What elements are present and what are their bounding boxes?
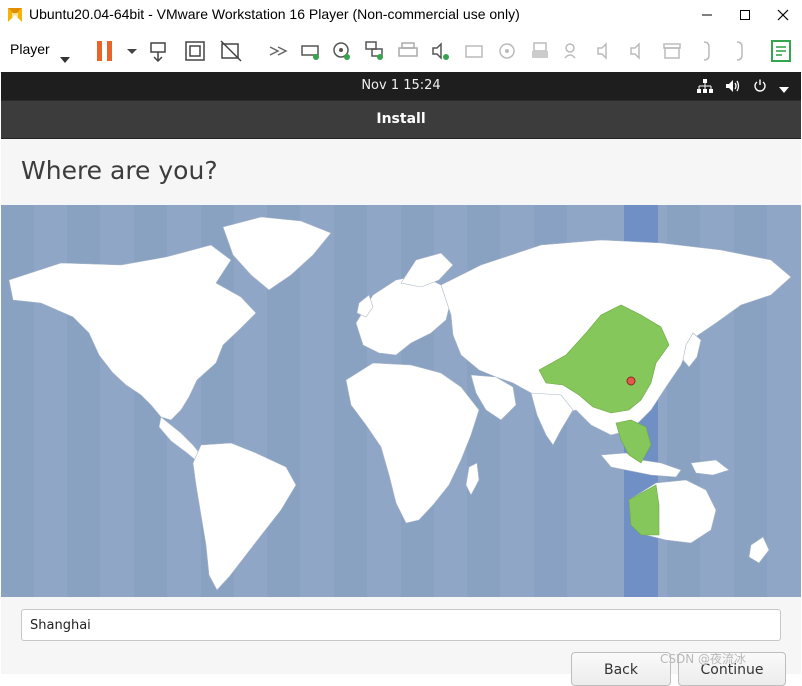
timezone-map[interactable]: [1, 205, 801, 597]
gnome-topbar: Nov 1 15:24: [1, 72, 801, 100]
notes-icon[interactable]: [770, 40, 792, 62]
vm-display[interactable]: Nov 1 15:24 Install Where are you? Shang…: [1, 72, 801, 686]
player-menu-button[interactable]: Player: [10, 41, 50, 57]
pause-icon[interactable]: [94, 40, 116, 62]
vmware-logo-icon: [6, 6, 24, 24]
chevron-down-icon[interactable]: [60, 48, 70, 67]
volume-icon[interactable]: [725, 78, 741, 97]
power-icon[interactable]: [753, 78, 767, 97]
camera-icon[interactable]: [463, 40, 485, 62]
bracket-left-icon[interactable]: [696, 40, 718, 62]
unity-icon[interactable]: [220, 40, 242, 62]
speaker-alt-icon[interactable]: [628, 40, 650, 62]
caret-down-icon[interactable]: [779, 78, 789, 97]
page-title: Where are you?: [21, 156, 218, 185]
fit-guest-icon[interactable]: [184, 40, 206, 62]
installer-header: Install: [1, 100, 801, 139]
watermark-text: CSDN @夜流冰: [660, 652, 747, 666]
window-title: Ubuntu20.04-64bit - VMware Workstation 1…: [29, 6, 520, 22]
sound-card-icon[interactable]: [430, 40, 452, 62]
bracket-right-icon[interactable]: [729, 40, 751, 62]
clock[interactable]: Nov 1 15:24: [1, 78, 801, 93]
minimize-icon[interactable]: [688, 0, 726, 30]
maximize-icon[interactable]: [726, 0, 764, 30]
close-icon[interactable]: [764, 0, 802, 30]
back-button[interactable]: Back: [571, 652, 671, 686]
cd-dvd-icon[interactable]: [331, 40, 353, 62]
window-titlebar: Ubuntu20.04-64bit - VMware Workstation 1…: [0, 0, 802, 30]
send-ctrl-alt-del-icon[interactable]: [148, 40, 170, 62]
storage-icon[interactable]: [529, 40, 551, 62]
network-adapter-icon[interactable]: [364, 40, 386, 62]
player-toolbar: Player: [0, 30, 802, 73]
archive-icon[interactable]: [661, 40, 683, 62]
pause-menu-chevron-icon[interactable]: [121, 40, 137, 62]
installer-title: Install: [376, 111, 426, 127]
europe-landmass: [355, 274, 452, 356]
usb-device-icon[interactable]: [496, 40, 518, 62]
network-icon[interactable]: [697, 78, 713, 97]
fast-forward-icon[interactable]: [268, 40, 290, 62]
location-pin-icon: [626, 376, 636, 386]
microphone-icon[interactable]: [562, 40, 584, 62]
new-guinea-landmass: [690, 459, 730, 476]
hard-disk-icon[interactable]: [300, 40, 322, 62]
speaker-icon[interactable]: [595, 40, 617, 62]
location-input[interactable]: [21, 609, 781, 641]
printer-icon[interactable]: [397, 40, 419, 62]
greenland-landmass: [222, 216, 332, 291]
